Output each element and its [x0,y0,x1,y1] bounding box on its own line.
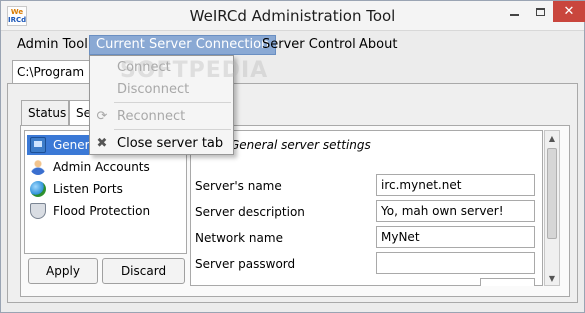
menu-current-server-connection[interactable]: Current Server Connection [89,35,277,55]
server-description-label: Server description [195,205,305,219]
menu-item-reconnect[interactable]: ⟳ Reconnect [90,105,233,127]
close-tab-icon: ✖ [96,135,108,151]
minimize-button[interactable] [501,1,527,22]
menu-about[interactable]: About [353,35,403,55]
users-icon [30,159,46,175]
maximize-button[interactable] [527,1,553,22]
menu-separator [114,102,231,103]
server-password-label: Server password [195,257,296,271]
server-description-input[interactable]: Yo, mah own server! [376,200,535,222]
maximize-icon [535,7,545,16]
server-name-label: Server's name [195,179,282,193]
settings-scrollbar[interactable]: ▲ ▼ [544,130,560,286]
title-bar: We IRCd WeIRCd Administration Tool ✕ [1,1,585,31]
tab-settings-label: Settings [76,106,90,120]
tree-item-label: Listen Ports [53,182,123,196]
globe-icon [30,181,46,197]
server-password-input[interactable] [376,252,535,274]
next-field-input[interactable] [480,278,535,286]
section-title: General server settings [230,138,371,152]
network-name-input[interactable]: MyNet [376,226,535,248]
window-title: WeIRCd Administration Tool [189,7,396,25]
disconnect-icon [94,81,110,97]
minimize-icon [509,14,519,16]
current-server-connection-menu: Connect Disconnect ⟳ Reconnect ✖ Close s… [89,55,234,155]
tab-status[interactable]: Status [21,100,69,126]
monitor-icon [30,137,46,153]
menu-item-label: Close server tab [117,135,224,151]
menu-item-disconnect[interactable]: Disconnect [90,78,233,100]
menu-server-control[interactable]: Server Control [256,35,362,55]
close-window-button[interactable]: ✕ [553,1,585,22]
tree-item-label: Flood Protection [53,204,151,218]
menu-item-connect[interactable]: Connect [90,56,233,78]
scrollbar-thumb[interactable] [547,148,557,239]
tree-item-listen-ports[interactable]: Listen Ports [27,179,185,199]
scroll-up-icon[interactable]: ▲ [545,131,559,145]
tree-item-label: Admin Accounts [53,160,150,174]
apply-button[interactable]: Apply [28,258,98,284]
menu-item-label: Reconnect [117,108,186,124]
menu-bar: Admin Tool Current Server Connection Ser… [1,32,584,56]
scroll-down-icon[interactable]: ▼ [545,271,559,285]
tab-server-connection[interactable]: C:\Program Files [12,60,94,84]
menu-admin-tool[interactable]: Admin Tool [11,35,94,55]
connect-icon [94,59,110,75]
shield-icon [30,203,46,219]
menu-item-label: Disconnect [117,81,190,97]
tree-item-flood-protection[interactable]: Flood Protection [27,201,185,221]
discard-button[interactable]: Discard [102,258,185,284]
network-name-label: Network name [195,231,283,245]
menu-separator [114,129,231,130]
server-name-input[interactable]: irc.mynet.net [376,174,535,196]
tree-item-admin-accounts[interactable]: Admin Accounts [27,157,185,177]
close-icon: ✕ [563,4,575,19]
menu-item-label: Connect [117,59,171,75]
reconnect-icon: ⟳ [96,108,108,124]
menu-item-close-server-tab[interactable]: ✖ Close server tab [90,132,233,154]
